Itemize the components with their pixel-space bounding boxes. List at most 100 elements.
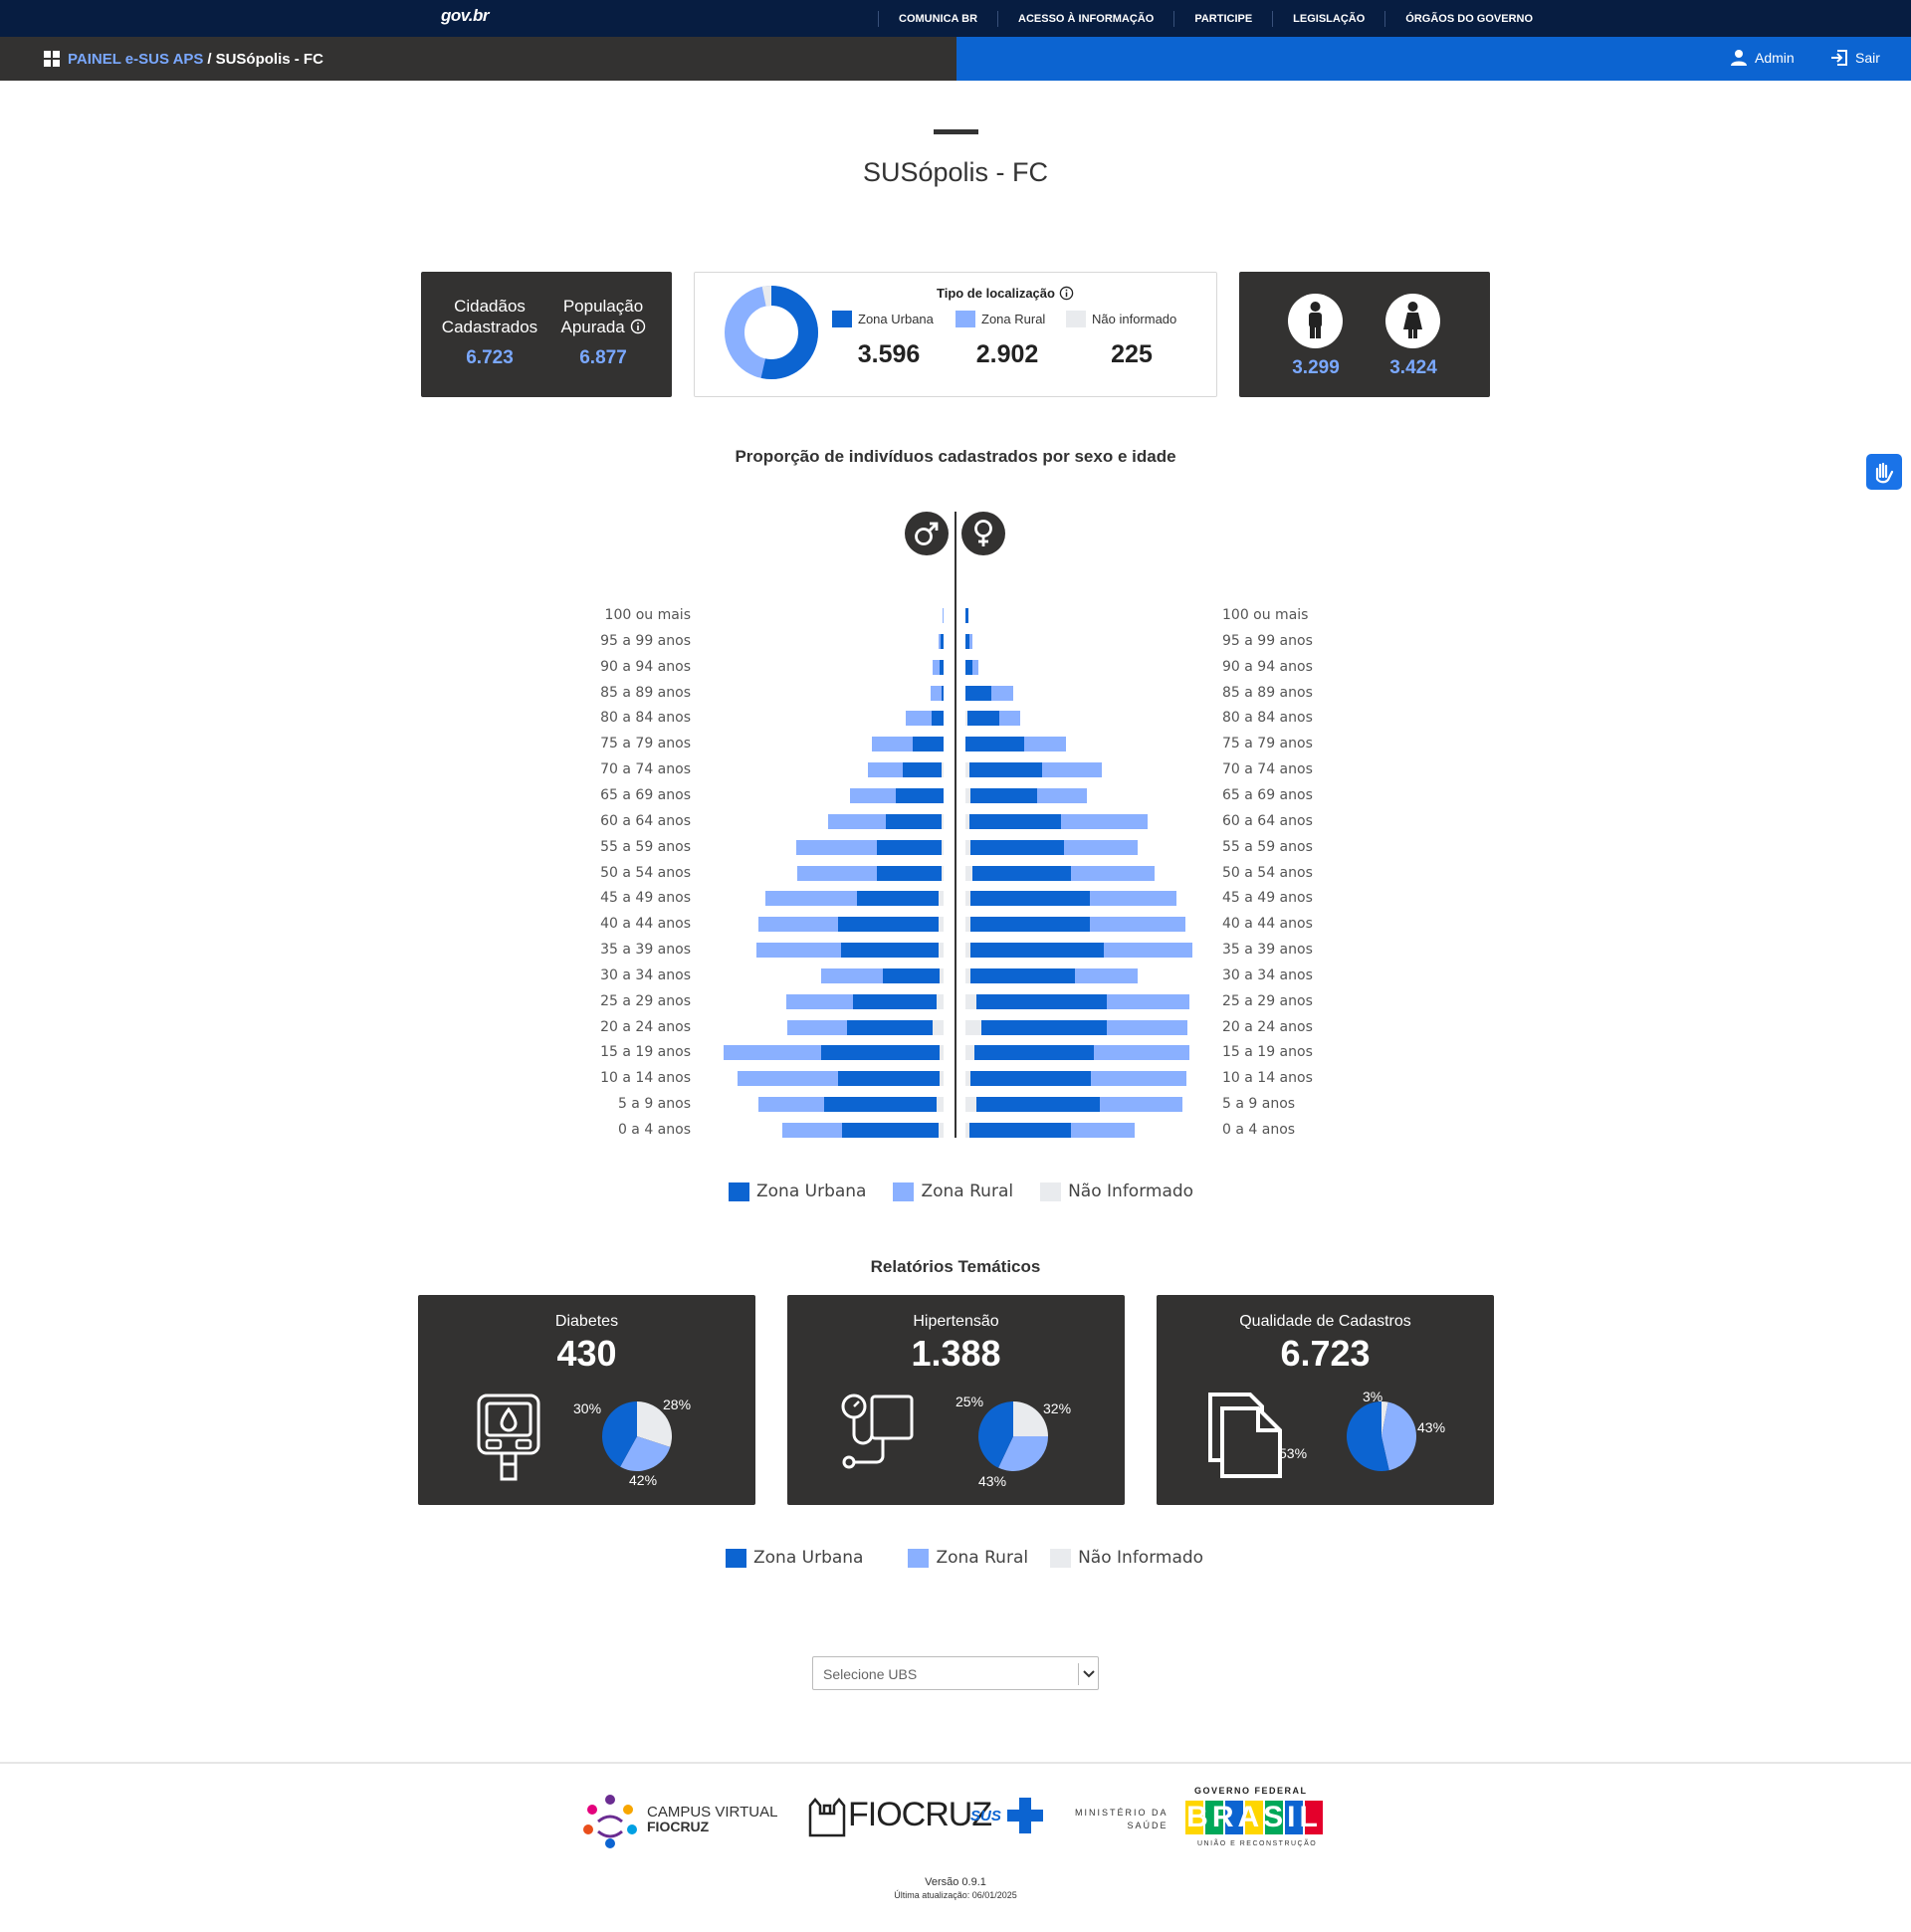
pyramid-bar-male-nao-informado[interactable]: [940, 967, 944, 983]
qualidade-card[interactable]: Qualidade de Cadastros 6.723 3% 43% 53%: [1157, 1295, 1494, 1505]
pyramid-bar-male-urbana[interactable]: [876, 839, 943, 855]
pyramid-bar-female-rural[interactable]: [1024, 737, 1066, 752]
info-icon[interactable]: [630, 319, 646, 334]
info-icon[interactable]: [1059, 286, 1074, 301]
pyramid-bar-male-nao-informado[interactable]: [942, 813, 944, 829]
pyramid-bar-male-urbana[interactable]: [823, 1097, 937, 1113]
pyramid-bar-female-rural[interactable]: [968, 633, 973, 649]
pyramid-bar-male-rural[interactable]: [738, 1071, 839, 1087]
pyramid-bar-female-urbana[interactable]: [970, 943, 1105, 959]
pyramid-bar-male-rural[interactable]: [797, 865, 877, 881]
logout-button[interactable]: Sair: [1830, 49, 1880, 67]
user-button[interactable]: Admin: [1730, 49, 1795, 67]
pyramid-bar-male-nao-informado[interactable]: [936, 993, 944, 1009]
pyramid-bar-female-urbana[interactable]: [970, 787, 1037, 803]
pyramid-bar-female-rural[interactable]: [1036, 787, 1087, 803]
pyramid-bar-male-urbana[interactable]: [846, 1019, 934, 1035]
pyramid-bar-male-nao-informado[interactable]: [942, 839, 944, 855]
pyramid-bar-male-urbana[interactable]: [821, 1045, 941, 1061]
pyramid-bar-female-urbana[interactable]: [965, 659, 973, 675]
pyramid-bar-female-rural[interactable]: [1075, 967, 1138, 983]
pyramid-bar-female-urbana[interactable]: [965, 685, 992, 701]
pyramid-bar-male-nao-informado[interactable]: [942, 865, 944, 881]
pyramid-bar-female-rural[interactable]: [1099, 1097, 1183, 1113]
pyramid-bar-female-rural[interactable]: [998, 711, 1021, 727]
pyramid-bar-male-nao-informado[interactable]: [938, 917, 944, 933]
govbr-logo[interactable]: gov.br: [441, 6, 490, 26]
pyramid-bar-female-rural[interactable]: [1061, 813, 1148, 829]
pyramid-bar-male-rural[interactable]: [821, 967, 884, 983]
pyramid-bar-male-urbana[interactable]: [883, 967, 941, 983]
pyramid-bar-female-rural[interactable]: [991, 685, 1014, 701]
pyramid-bar-male-urbana[interactable]: [940, 659, 944, 675]
pyramid-bar-male-urbana[interactable]: [853, 993, 937, 1009]
pyramid-bar-male-nao-informado[interactable]: [942, 762, 944, 778]
pyramid-bar-female-nao-informado[interactable]: [965, 1045, 975, 1061]
gov-link-participe[interactable]: PARTICIPE: [1173, 10, 1272, 27]
accessibility-hand-talk-button[interactable]: [1866, 454, 1902, 490]
pyramid-bar-female-rural[interactable]: [1064, 839, 1138, 855]
pyramid-bar-male-urbana[interactable]: [838, 1071, 941, 1087]
pyramid-bar-female-nao-informado[interactable]: [965, 865, 973, 881]
pyramid-bar-female-nao-informado[interactable]: [965, 1019, 982, 1035]
pyramid-bar-male-nao-informado[interactable]: [940, 1045, 944, 1061]
pyramid-bar-female-urbana[interactable]: [970, 891, 1090, 907]
pyramid-bar-female-urbana[interactable]: [968, 1123, 1072, 1138]
pyramid-bar-male-rural[interactable]: [933, 659, 941, 675]
pyramid-bar-male-rural[interactable]: [868, 762, 904, 778]
pyramid-bar-male-nao-informado[interactable]: [938, 1123, 944, 1138]
pyramid-bar-male-rural[interactable]: [827, 813, 886, 829]
pyramid-bar-female-nao-informado[interactable]: [965, 1097, 976, 1113]
pyramid-bar-male-urbana[interactable]: [932, 711, 944, 727]
pyramid-bar-female-rural[interactable]: [1071, 865, 1156, 881]
pyramid-bar-female-urbana[interactable]: [970, 1071, 1091, 1087]
pyramid-bar-female-urbana[interactable]: [968, 762, 1043, 778]
pyramid-bar-male-urbana[interactable]: [942, 685, 944, 701]
pyramid-bar-male-urbana[interactable]: [941, 633, 944, 649]
pyramid-bar-female-rural[interactable]: [1106, 993, 1189, 1009]
pyramid-bar-female-rural[interactable]: [1042, 762, 1103, 778]
pyramid-bar-female-rural[interactable]: [1089, 891, 1177, 907]
pyramid-bar-male-rural[interactable]: [787, 1019, 847, 1035]
pyramid-bar-female-urbana[interactable]: [975, 1097, 1100, 1113]
pyramid-bar-female-rural[interactable]: [1106, 1019, 1187, 1035]
pyramid-bar-male-nao-informado[interactable]: [940, 1071, 944, 1087]
pyramid-bar-female-urbana[interactable]: [965, 737, 1025, 752]
pyramid-bar-female-rural[interactable]: [1104, 943, 1193, 959]
pyramid-bar-female-rural[interactable]: [1089, 917, 1186, 933]
pyramid-bar-male-rural[interactable]: [872, 737, 914, 752]
pyramid-bar-female-nao-informado[interactable]: [965, 993, 976, 1009]
pyramid-bar-male-nao-informado[interactable]: [938, 943, 944, 959]
ubs-select[interactable]: Selecione UBS: [812, 1656, 1099, 1690]
pyramid-bar-male-urbana[interactable]: [841, 943, 939, 959]
pyramid-bar-male-urbana[interactable]: [856, 891, 939, 907]
pyramid-bar-female-rural[interactable]: [972, 659, 978, 675]
pyramid-bar-male-urbana[interactable]: [838, 917, 939, 933]
pyramid-bar-female-urbana[interactable]: [972, 865, 1072, 881]
pyramid-bar-male-rural[interactable]: [723, 1045, 822, 1061]
pyramid-bar-male-nao-informado[interactable]: [936, 1097, 944, 1113]
gov-link-legislacao[interactable]: LEGISLAÇÃO: [1272, 10, 1384, 27]
pyramid-bar-female-urbana[interactable]: [966, 711, 999, 727]
pyramid-bar-male-urbana[interactable]: [895, 787, 944, 803]
pyramid-bar-female-rural[interactable]: [1094, 1045, 1189, 1061]
gov-link-orgaos[interactable]: ÓRGÃOS DO GOVERNO: [1384, 10, 1553, 27]
pyramid-bar-female-urbana[interactable]: [968, 813, 1062, 829]
pyramid-bar-male-rural[interactable]: [939, 633, 942, 649]
pyramid-bar-female-urbana[interactable]: [970, 917, 1090, 933]
pyramid-bar-male-urbana[interactable]: [876, 865, 943, 881]
pyramid-bar-female-rural[interactable]: [1071, 1123, 1136, 1138]
pyramid-bar-male-nao-informado[interactable]: [938, 891, 944, 907]
pyramid-bar-male-urbana[interactable]: [842, 1123, 939, 1138]
pyramid-bar-female-rural[interactable]: [1090, 1071, 1187, 1087]
pyramid-bar-male-nao-informado[interactable]: [933, 1019, 944, 1035]
pyramid-bar-female-urbana[interactable]: [970, 967, 1076, 983]
hipertensao-card[interactable]: Hipertensão 1.388 25% 32% 43%: [787, 1295, 1125, 1505]
pyramid-bar-male-rural[interactable]: [795, 839, 877, 855]
pyramid-bar-male-urbana[interactable]: [903, 762, 943, 778]
chevron-down-icon[interactable]: [1078, 1663, 1098, 1685]
gov-link-comunica[interactable]: COMUNICA BR: [878, 10, 997, 27]
pyramid-bar-male-rural[interactable]: [905, 711, 933, 727]
pyramid-bar-male-rural[interactable]: [764, 891, 857, 907]
pyramid-bar-female-urbana[interactable]: [975, 993, 1107, 1009]
